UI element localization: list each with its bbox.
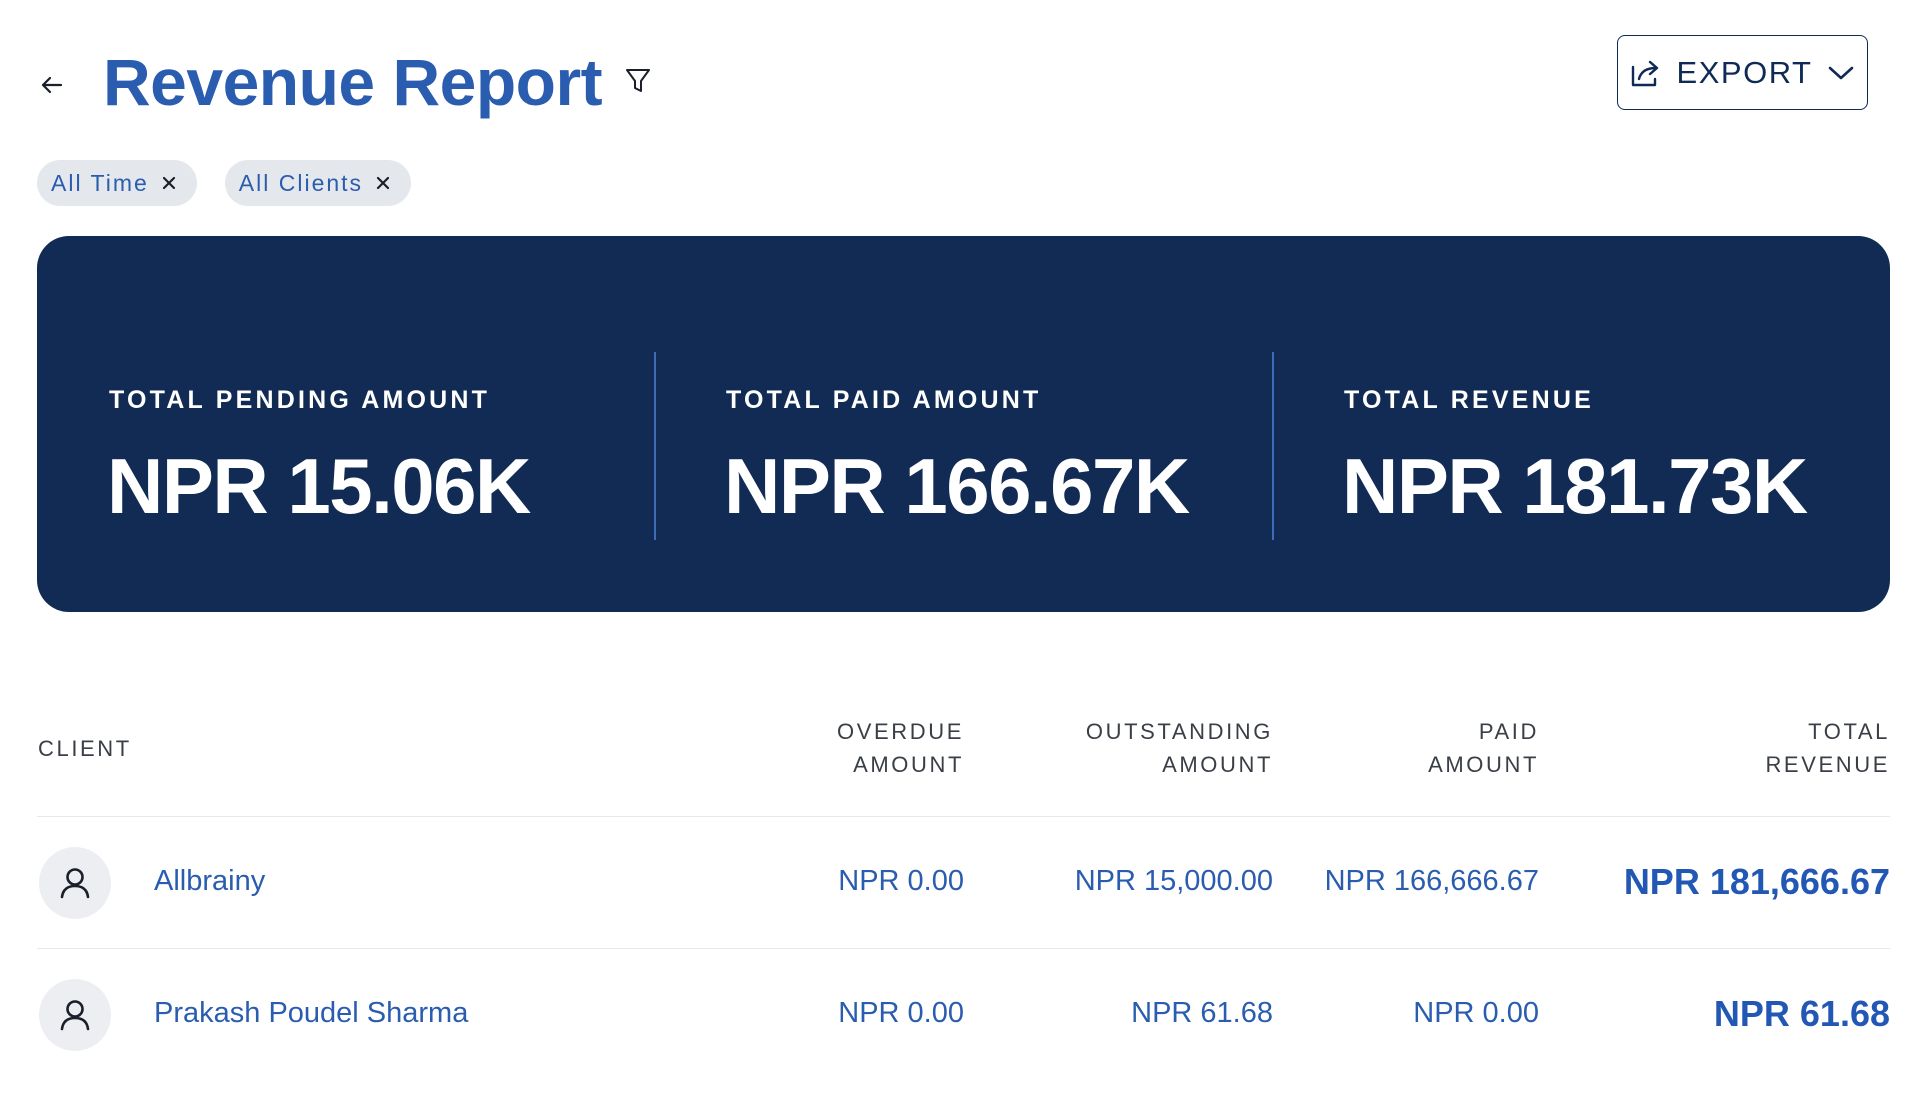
filter-chips: All Time All Clients (37, 160, 412, 206)
filter-chip-time[interactable]: All Time (37, 160, 197, 206)
column-header-paid[interactable]: PAID AMOUNT (1428, 715, 1539, 781)
outstanding-amount: NPR 15,000.00 (1074, 865, 1273, 897)
total-revenue: NPR 61.68 (1713, 993, 1890, 1034)
table-row[interactable]: Prakash Poudel Sharma NPR 0.00 NPR 61.68… (37, 949, 1890, 1081)
close-icon (162, 176, 175, 190)
column-header-overdue[interactable]: OVERDUE AMOUNT (837, 715, 964, 781)
user-icon (60, 1000, 90, 1031)
overdue-amount: NPR 0.00 (838, 997, 964, 1029)
stat-total-pending: TOTAL PENDING AMOUNT NPR 15.06K (37, 236, 654, 612)
arrow-left-icon (41, 76, 63, 94)
column-header-total[interactable]: TOTAL REVENUE (1765, 715, 1890, 781)
page-header: Revenue Report EXPORT (37, 30, 1868, 150)
client-name-link[interactable]: Allbrainy (154, 865, 265, 898)
user-icon (60, 868, 90, 899)
chevron-down-icon (1829, 66, 1854, 79)
paid-amount: NPR 0.00 (1413, 997, 1539, 1029)
outstanding-amount: NPR 61.68 (1131, 997, 1273, 1029)
export-button[interactable]: EXPORT (1617, 35, 1868, 110)
stat-total-paid: TOTAL PAID AMOUNT NPR 166.67K (654, 236, 1272, 612)
client-name-link[interactable]: Prakash Poudel Sharma (154, 997, 468, 1030)
filter-chip-clients[interactable]: All Clients (224, 160, 412, 206)
column-header-outstanding[interactable]: OUTSTANDING AMOUNT (1086, 715, 1273, 781)
stat-label: TOTAL REVENUE (1344, 386, 1594, 414)
remove-filter-button[interactable] (159, 173, 179, 193)
stat-value: NPR 181.73K (1342, 442, 1808, 530)
column-header-client[interactable]: CLIENT (38, 732, 132, 765)
stat-value: NPR 15.06K (107, 442, 531, 530)
stat-label: TOTAL PAID AMOUNT (726, 386, 1042, 414)
avatar (39, 847, 111, 919)
table-header: CLIENT OVERDUE AMOUNT OUTSTANDING AMOUNT… (37, 700, 1890, 817)
stat-label: TOTAL PENDING AMOUNT (109, 386, 491, 414)
revenue-report-page: Revenue Report EXPORT All Time All Clien… (0, 0, 1928, 1098)
total-revenue: NPR 181,666.67 (1623, 861, 1890, 902)
table-row[interactable]: Allbrainy NPR 0.00 NPR 15,000.00 NPR 166… (37, 817, 1890, 949)
summary-banner: TOTAL PENDING AMOUNT NPR 15.06K TOTAL PA… (37, 236, 1890, 612)
filter-chip-label: All Time (51, 169, 149, 196)
stat-total-revenue: TOTAL REVENUE NPR 181.73K (1272, 236, 1890, 612)
avatar (39, 979, 111, 1051)
close-icon (376, 176, 390, 190)
overdue-amount: NPR 0.00 (838, 865, 964, 897)
export-label: EXPORT (1676, 54, 1813, 90)
paid-amount: NPR 166,666.67 (1324, 865, 1539, 897)
page-title: Revenue Report (103, 45, 603, 119)
filter-button[interactable] (621, 60, 655, 100)
share-export-icon (1631, 60, 1658, 86)
stat-value: NPR 166.67K (724, 442, 1190, 530)
filter-chip-label: All Clients (238, 169, 364, 196)
revenue-table: CLIENT OVERDUE AMOUNT OUTSTANDING AMOUNT… (37, 700, 1890, 1081)
remove-filter-button[interactable] (373, 173, 393, 193)
back-button[interactable] (37, 70, 67, 100)
funnel-icon (626, 69, 650, 92)
